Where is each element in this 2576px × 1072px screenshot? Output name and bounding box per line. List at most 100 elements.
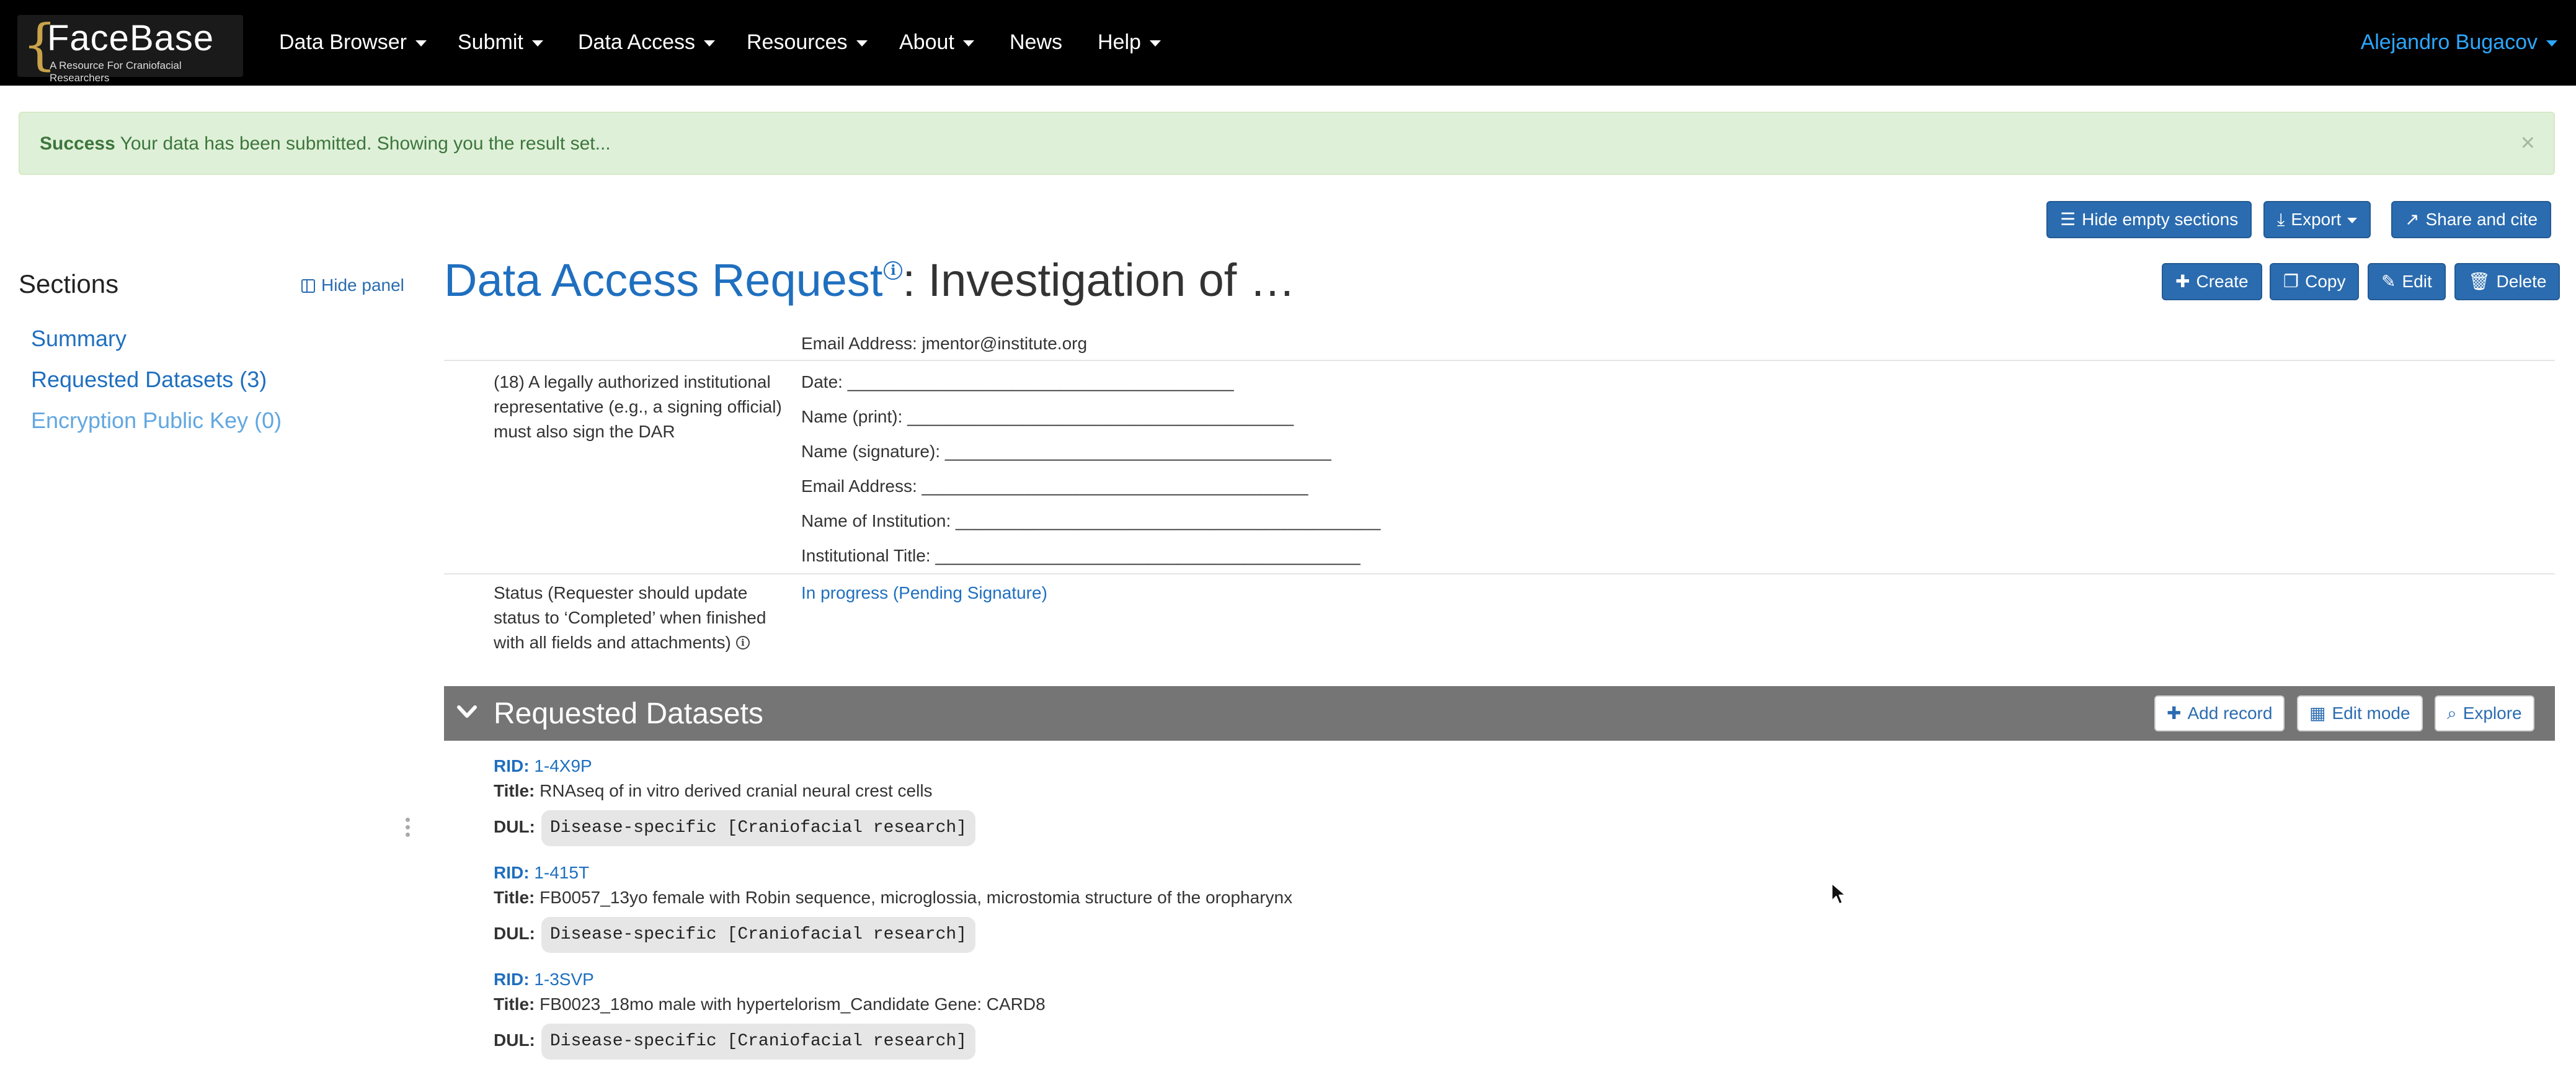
nav-label: Submit: [458, 30, 523, 54]
caret-down-icon: [703, 40, 715, 47]
page-title: Data Access Request i: Investigation of …: [444, 251, 1295, 310]
sidebar-link-summary[interactable]: Summary: [31, 325, 127, 352]
share-icon: ↗: [2405, 210, 2420, 229]
rid-key: RID:: [494, 756, 530, 775]
signing-line-date: Date: __________________________________…: [801, 372, 1234, 391]
copy-button[interactable]: ❐ Copy: [2270, 263, 2360, 300]
nav-news[interactable]: News: [1010, 27, 1062, 57]
caret-down-icon: [962, 40, 974, 47]
title-key: Title:: [494, 994, 535, 1014]
dataset-rid-row: RID: 1-415T: [494, 861, 589, 885]
nav-label: Resources: [747, 30, 848, 54]
dataset-rid-row: RID: 1-4X9P: [494, 754, 592, 778]
signing-line-name-print: Name (print): __________________________…: [801, 407, 1294, 426]
facebase-logo[interactable]: { FaceBase A Resource For Craniofacial R…: [17, 15, 243, 84]
nav-submit[interactable]: Submit: [458, 27, 543, 57]
add-record-button[interactable]: ✚ Add record: [2154, 695, 2285, 731]
alert-text: Success Your data has been submitted. Sh…: [40, 133, 611, 155]
info-icon[interactable]: i: [884, 261, 903, 280]
dataset-rid-link[interactable]: 1-415T: [534, 863, 589, 882]
dataset-rid-link[interactable]: 1-4X9P: [534, 756, 592, 775]
dataset-title: FB0023_18mo male with hypertelorism_Cand…: [540, 994, 1046, 1014]
nav-label: News: [1010, 30, 1063, 54]
signing-line-email: Email Address: _________________________…: [801, 476, 1308, 496]
hide-panel-button[interactable]: Hide panel: [301, 274, 404, 297]
button-label: Delete: [2496, 272, 2547, 291]
dataset-dul-row: DUL: Disease-specific [Craniofacial resea…: [494, 914, 975, 953]
button-label: Share and cite: [2425, 210, 2538, 229]
caret-down-icon: [1149, 40, 1161, 47]
status-label: Status (Requester should update status t…: [494, 581, 791, 655]
info-icon[interactable]: i: [735, 636, 750, 650]
top-navbar: { FaceBase A Resource For Craniofacial R…: [0, 0, 2576, 86]
email-value: Email Address: jmentor@institute.org: [801, 334, 1088, 353]
nav-resources[interactable]: Resources: [747, 27, 868, 57]
status-label-text: Status (Requester should update status t…: [494, 583, 766, 652]
signing-line-name-signature: Name (signature): ______________________…: [801, 442, 1331, 461]
success-alert: Success Your data has been submitted. Sh…: [19, 112, 2555, 175]
dul-key: DUL:: [494, 924, 535, 943]
rid-key: RID:: [494, 863, 530, 882]
dataset-rid-link[interactable]: 1-3SVP: [534, 970, 594, 989]
panel-resize-handle[interactable]: [406, 818, 411, 842]
export-icon: ⤓: [2277, 210, 2285, 229]
close-icon[interactable]: ×: [2521, 128, 2535, 158]
logo-name: FaceBase: [47, 18, 215, 58]
button-label: Export: [2291, 210, 2342, 229]
export-button[interactable]: ⤓ Export: [2263, 201, 2371, 238]
create-button[interactable]: ✚ Create: [2162, 263, 2262, 300]
explore-button[interactable]: ⌕ Explore: [2435, 695, 2534, 731]
button-label: Explore: [2463, 704, 2522, 723]
chevron-down-icon: [457, 705, 477, 718]
dul-chip: Disease-specific [Craniofacial research]: [541, 1023, 975, 1060]
logo-tagline: A Resource For Craniofacial Researchers: [50, 60, 182, 84]
sidebar-link-requested-datasets[interactable]: Requested Datasets (3): [31, 366, 267, 393]
dataset-rid-row: RID: 1-3SVP: [494, 968, 594, 991]
button-label: Copy: [2305, 272, 2346, 291]
hide-empty-sections-button[interactable]: ☰ Hide empty sections: [2046, 201, 2252, 238]
sidebar-link-encryption-public-key[interactable]: Encryption Public Key (0): [31, 407, 282, 434]
table-icon: ▦: [2309, 704, 2326, 723]
dul-key: DUL:: [494, 1030, 535, 1050]
nav-label: About: [899, 30, 954, 54]
button-label: Add record: [2187, 704, 2273, 723]
button-label: Edit mode: [2332, 704, 2410, 723]
edit-button[interactable]: ✎ Edit: [2368, 263, 2446, 300]
caret-down-icon: [531, 40, 543, 47]
record-type-link[interactable]: Data Access Request: [444, 254, 882, 306]
sections-title: Sections: [19, 269, 119, 298]
list-icon: ☰: [2060, 210, 2076, 229]
dataset-title-row: Title: RNAseq of in vitro derived crania…: [494, 779, 933, 803]
pencil-icon: ✎: [2381, 272, 2396, 291]
row-divider: [444, 360, 2555, 361]
dul-chip: Disease-specific [Craniofacial research]: [541, 916, 975, 953]
rid-key: RID:: [494, 970, 530, 989]
nav-label: Help: [1098, 30, 1141, 54]
user-menu[interactable]: Alejandro Bugacov: [2361, 27, 2557, 57]
nav-help[interactable]: Help: [1098, 27, 1161, 57]
plus-icon: ✚: [2175, 272, 2190, 291]
button-label: Create: [2196, 272, 2249, 291]
title-key: Title:: [494, 781, 535, 800]
share-and-cite-button[interactable]: ↗ Share and cite: [2391, 201, 2552, 238]
nav-label: Data Access: [578, 30, 695, 54]
record-title: : Investigation of …: [902, 254, 1295, 306]
caret-down-icon: [2347, 218, 2358, 224]
dul-key: DUL:: [494, 817, 535, 836]
hide-panel-label: Hide panel: [321, 275, 404, 295]
nav-data-browser[interactable]: Data Browser: [279, 27, 427, 57]
edit-mode-button[interactable]: ▦ Edit mode: [2297, 695, 2423, 731]
search-icon: ⌕: [2447, 704, 2457, 723]
signing-official-label: (18) A legally authorized institutional …: [494, 372, 782, 441]
mouse-cursor-icon: [1831, 883, 1846, 904]
delete-button[interactable]: 🗑 Delete: [2454, 263, 2560, 300]
section-title: Requested Datasets: [494, 697, 763, 730]
nav-data-access[interactable]: Data Access: [578, 27, 715, 57]
caret-down-icon: [2546, 40, 2557, 47]
trash-icon: 🗑: [2468, 272, 2490, 291]
nav-about[interactable]: About: [899, 27, 974, 57]
status-value-link[interactable]: In progress (Pending Signature): [801, 581, 1047, 605]
signing-line-institution: Name of Institution: ___________________…: [801, 511, 1381, 530]
nav-label: Data Browser: [279, 30, 407, 54]
row-divider: [444, 573, 2555, 574]
